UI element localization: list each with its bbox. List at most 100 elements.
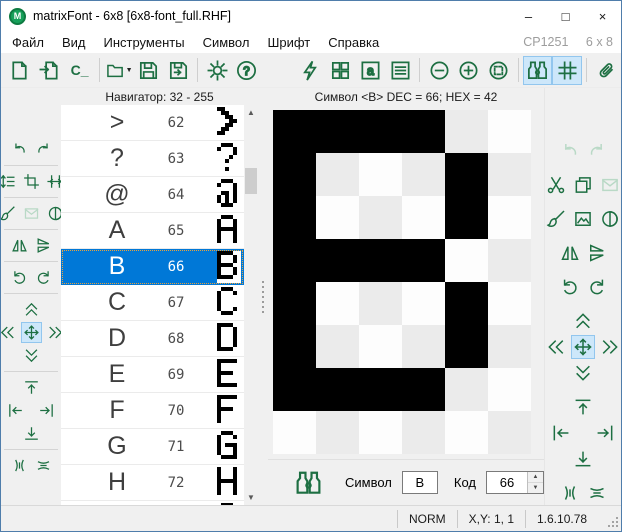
pixel-r2c2[interactable] bbox=[359, 196, 402, 239]
center-vertical-button[interactable] bbox=[33, 455, 54, 476]
save-font-as-button[interactable] bbox=[163, 56, 193, 85]
shift-up-button[interactable] bbox=[21, 299, 42, 320]
center-horizontal-button[interactable] bbox=[9, 455, 30, 476]
clear-char-button[interactable] bbox=[544, 207, 568, 231]
menu-инструменты[interactable]: Инструменты bbox=[95, 35, 194, 50]
zoom-out-button[interactable] bbox=[424, 56, 454, 85]
pixel-r4c0[interactable] bbox=[273, 282, 316, 325]
pixel-r0c0[interactable] bbox=[273, 110, 316, 153]
snap-right-button[interactable] bbox=[593, 421, 617, 445]
cut-button[interactable] bbox=[544, 173, 568, 197]
pixel-r7c0[interactable] bbox=[273, 411, 316, 454]
pixel-r7c5[interactable] bbox=[488, 411, 531, 454]
rotate-left-button[interactable] bbox=[558, 275, 582, 299]
pixel-r3c5[interactable] bbox=[488, 239, 531, 282]
effects-button[interactable] bbox=[296, 56, 326, 85]
panel-splitter[interactable] bbox=[258, 88, 268, 505]
pixel-r0c1[interactable] bbox=[316, 110, 359, 153]
font-properties-button[interactable] bbox=[385, 56, 415, 85]
mirror-horizontal-button[interactable] bbox=[9, 235, 30, 256]
pixel-r1c1[interactable] bbox=[316, 153, 359, 196]
pixel-r0c2[interactable] bbox=[359, 110, 402, 153]
pixel-r6c4[interactable] bbox=[445, 368, 488, 411]
menu-шрифт[interactable]: Шрифт bbox=[258, 35, 319, 50]
pixel-r5c3[interactable] bbox=[402, 325, 445, 368]
pixel-r3c4[interactable] bbox=[445, 239, 488, 282]
pixel-r4c3[interactable] bbox=[402, 282, 445, 325]
navigator-row-69[interactable]: E69 bbox=[61, 357, 244, 393]
shift-right-button[interactable] bbox=[598, 335, 621, 359]
pixel-r6c3[interactable] bbox=[402, 368, 445, 411]
shift-left-button[interactable] bbox=[544, 335, 568, 359]
symbol-properties-button[interactable] bbox=[355, 56, 385, 85]
undo-button[interactable] bbox=[9, 139, 30, 160]
copy-button[interactable] bbox=[571, 173, 595, 197]
code-decrement-button[interactable]: ▼ bbox=[528, 483, 543, 493]
pixel-r2c5[interactable] bbox=[488, 196, 531, 239]
rotate-right-button[interactable] bbox=[33, 267, 54, 288]
scrollbar-thumb[interactable] bbox=[245, 168, 257, 194]
navigator-row-70[interactable]: F70 bbox=[61, 393, 244, 429]
toggle-navigator-button[interactable] bbox=[523, 56, 553, 85]
pixel-r7c2[interactable] bbox=[359, 411, 402, 454]
crop-button[interactable] bbox=[21, 171, 42, 192]
pixel-r3c2[interactable] bbox=[359, 239, 402, 282]
menu-символ[interactable]: Символ bbox=[194, 35, 259, 50]
pixel-r4c5[interactable] bbox=[488, 282, 531, 325]
navigator-row-63[interactable]: ?63 bbox=[61, 141, 244, 177]
mirror-vertical-button[interactable] bbox=[33, 235, 54, 256]
pixel-r7c1[interactable] bbox=[316, 411, 359, 454]
invert-button[interactable] bbox=[45, 203, 62, 224]
toggle-grid-button[interactable] bbox=[552, 56, 582, 85]
pixel-r0c5[interactable] bbox=[488, 110, 531, 153]
char-input[interactable] bbox=[402, 471, 438, 494]
shift-down-button[interactable] bbox=[571, 361, 595, 385]
shift-right-button[interactable] bbox=[45, 322, 62, 343]
pixel-r5c2[interactable] bbox=[359, 325, 402, 368]
pixel-r5c4[interactable] bbox=[445, 325, 488, 368]
pixel-r5c5[interactable] bbox=[488, 325, 531, 368]
pixel-r1c0[interactable] bbox=[273, 153, 316, 196]
move-mode-button[interactable] bbox=[21, 322, 42, 343]
code-input[interactable] bbox=[487, 472, 527, 493]
pixel-r5c1[interactable] bbox=[316, 325, 359, 368]
navigator-row-71[interactable]: G71 bbox=[61, 429, 244, 465]
snap-bottom-button[interactable] bbox=[21, 423, 42, 444]
shift-down-button[interactable] bbox=[21, 345, 42, 366]
pixel-r7c4[interactable] bbox=[445, 411, 488, 454]
navigator-row-67[interactable]: C67 bbox=[61, 285, 244, 321]
minimize-button[interactable]: – bbox=[510, 1, 547, 31]
center-vertical-button[interactable] bbox=[585, 481, 609, 505]
scroll-down-icon[interactable]: ▼ bbox=[244, 490, 258, 505]
char-width-button[interactable] bbox=[45, 171, 62, 192]
new-from-code-button[interactable]: C_ bbox=[65, 56, 95, 85]
pixel-r5c0[interactable] bbox=[273, 325, 316, 368]
pixel-r1c3[interactable] bbox=[402, 153, 445, 196]
pixel-r4c1[interactable] bbox=[316, 282, 359, 325]
settings-button[interactable] bbox=[202, 56, 232, 85]
navigator-row-62[interactable]: >62 bbox=[61, 105, 244, 141]
char-map-button[interactable] bbox=[326, 56, 356, 85]
clear-char-button[interactable] bbox=[1, 203, 18, 224]
redo-button[interactable] bbox=[33, 139, 54, 160]
menu-файл[interactable]: Файл bbox=[3, 35, 53, 50]
rotate-right-button[interactable] bbox=[585, 275, 609, 299]
pixel-r0c3[interactable] bbox=[402, 110, 445, 153]
snap-top-button[interactable] bbox=[571, 395, 595, 419]
pixel-r1c4[interactable] bbox=[445, 153, 488, 196]
zoom-fit-button[interactable] bbox=[484, 56, 514, 85]
pixel-r1c5[interactable] bbox=[488, 153, 531, 196]
pixel-r6c2[interactable] bbox=[359, 368, 402, 411]
pixel-r2c1[interactable] bbox=[316, 196, 359, 239]
pixel-r6c1[interactable] bbox=[316, 368, 359, 411]
new-font-button[interactable] bbox=[5, 56, 35, 85]
pixel-r0c4[interactable] bbox=[445, 110, 488, 153]
move-mode-button[interactable] bbox=[571, 335, 595, 359]
menu-вид[interactable]: Вид bbox=[53, 35, 95, 50]
scrollbar-track[interactable] bbox=[244, 120, 258, 490]
import-font-button[interactable] bbox=[35, 56, 65, 85]
maximize-button[interactable]: □ bbox=[547, 1, 584, 31]
menu-справка[interactable]: Справка bbox=[319, 35, 388, 50]
pixel-r3c0[interactable] bbox=[273, 239, 316, 282]
pixel-r2c0[interactable] bbox=[273, 196, 316, 239]
